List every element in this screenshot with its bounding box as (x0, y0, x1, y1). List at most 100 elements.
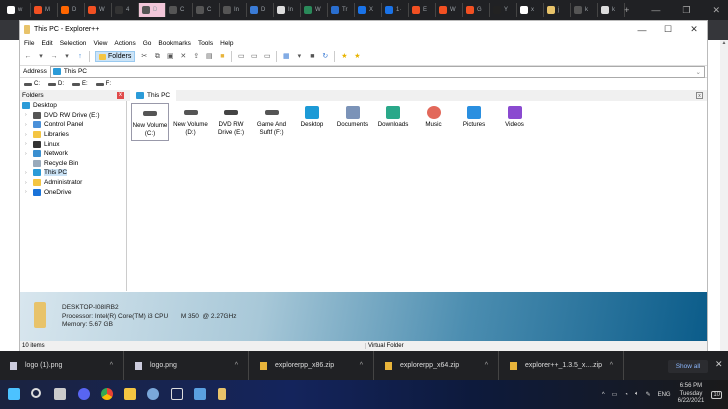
file-item[interactable]: DVD RW Drive (E:) (212, 103, 250, 141)
browser-tab[interactable]: Y (490, 3, 517, 17)
download-item[interactable]: logo.png ^ (125, 351, 249, 380)
browser-tab[interactable]: D (247, 3, 274, 17)
file-item[interactable]: Pictures (455, 103, 493, 141)
file-item[interactable]: Music (415, 103, 453, 141)
download-item[interactable]: logo (1).png ^ (0, 351, 124, 380)
browser-tab[interactable]: M (31, 3, 58, 17)
menu-edit[interactable]: Edit (41, 40, 52, 47)
browser-tab[interactable]: W (301, 3, 328, 17)
browser-tab[interactable]: 1· (382, 3, 409, 17)
expand-icon[interactable]: › (25, 132, 30, 138)
language-indicator[interactable]: ENG (658, 392, 671, 398)
search-icon[interactable] (31, 388, 41, 398)
tree-item[interactable]: › Control Panel (20, 120, 126, 130)
volume-icon[interactable]: 🔈︎ (635, 391, 639, 398)
menu-bookmarks[interactable]: Bookmarks (158, 40, 191, 47)
file-item[interactable]: Desktop (293, 103, 331, 141)
menu-selection[interactable]: Selection (60, 40, 87, 47)
new-folder-icon[interactable]: ■ (218, 53, 226, 61)
minimize-button[interactable]: — (629, 25, 655, 35)
tree-item[interactable]: Desktop (20, 101, 126, 111)
download-item[interactable]: explorer++_1.3.5_x....zip ^ (500, 351, 624, 380)
expand-icon[interactable]: › (25, 170, 30, 176)
folders-button[interactable]: Folders (95, 51, 136, 62)
menu-tools[interactable]: Tools (198, 40, 213, 47)
task-view-icon[interactable] (54, 388, 66, 400)
tree-item[interactable]: › Linux (20, 139, 126, 149)
chevron-up-icon[interactable]: ^ (610, 362, 613, 369)
drive-button[interactable]: E: (72, 81, 88, 87)
tree-item[interactable]: Recycle Bin (20, 159, 126, 169)
notifications-icon[interactable]: 10 (711, 390, 722, 399)
file-item[interactable]: Videos (496, 103, 534, 141)
close-button[interactable]: ✕ (681, 24, 707, 35)
browser-tab[interactable]: k (598, 3, 625, 17)
browser-tab[interactable]: 4 (112, 3, 139, 17)
tree-item[interactable]: › Libraries (20, 130, 126, 140)
menu-view[interactable]: View (93, 40, 107, 47)
download-item[interactable]: explorerpp_x64.zip ^ (375, 351, 499, 380)
wifi-icon[interactable]: ◔ (624, 392, 628, 398)
browser-tab[interactable]: D (58, 3, 85, 17)
new-tab-button[interactable]: + (624, 5, 629, 15)
forward-icon[interactable]: → (50, 53, 58, 61)
tree-item[interactable]: › OneDrive (20, 187, 126, 197)
browser-tab[interactable]: j (544, 3, 571, 17)
chevron-up-icon[interactable]: ^ (485, 362, 488, 369)
page-scrollbar[interactable]: ▲ (720, 40, 728, 352)
browser-tab[interactable]: W (85, 3, 112, 17)
start-icon[interactable] (8, 388, 20, 400)
discord-icon[interactable] (78, 388, 90, 400)
browser-tab[interactable]: D (139, 3, 166, 17)
tree-item[interactable]: › This PC (20, 168, 126, 178)
file-explorer-icon[interactable] (124, 388, 136, 400)
browser-tab[interactable]: Tr (328, 3, 355, 17)
menu-file[interactable]: File (24, 40, 34, 47)
browser-tab[interactable]: x (517, 3, 544, 17)
file-item[interactable]: New Volume (C:) (131, 103, 169, 141)
notepad-icon[interactable] (194, 388, 206, 400)
drive-button[interactable]: C: (24, 81, 40, 87)
browser-tab[interactable]: G (463, 3, 490, 17)
copy-icon[interactable]: ⧉ (153, 53, 161, 61)
close-downloads-bar-button[interactable]: ✕ (715, 359, 723, 370)
browser-tab[interactable]: k (571, 3, 598, 17)
forward-dropdown-icon[interactable]: ▾ (63, 53, 71, 61)
menu-help[interactable]: Help (220, 40, 233, 47)
tree-item[interactable]: › Network (20, 149, 126, 159)
3d-viewer-icon[interactable] (171, 388, 183, 400)
browser-tab[interactable]: In (220, 3, 247, 17)
drive-button[interactable]: D: (48, 81, 64, 87)
settings-icon[interactable] (147, 388, 159, 400)
restore-browser-button[interactable]: ❐ (682, 5, 690, 16)
chrome-icon[interactable] (101, 388, 113, 400)
chevron-up-icon[interactable]: ^ (235, 362, 238, 369)
expand-icon[interactable]: › (25, 180, 30, 186)
file-item[interactable]: New Volume (D:) (172, 103, 210, 141)
browser-tab[interactable]: In (274, 3, 301, 17)
browser-tab[interactable]: X (355, 3, 382, 17)
minimize-browser-button[interactable]: — (651, 5, 660, 15)
scroll-up-arrow[interactable]: ▲ (722, 40, 727, 46)
download-item[interactable]: explorerpp_x86.zip ^ (250, 351, 374, 380)
file-item[interactable]: Downloads (374, 103, 412, 141)
up-icon[interactable]: ↑ (76, 53, 84, 61)
cut-icon[interactable]: ✂ (140, 53, 148, 61)
browser-tab[interactable]: E (409, 3, 436, 17)
refresh-icon[interactable]: ↻ (321, 53, 329, 61)
paste-icon[interactable]: ▣ (166, 53, 174, 61)
copy-to-icon[interactable]: ▭ (237, 53, 245, 61)
tree-item[interactable]: › Administrator (20, 178, 126, 188)
properties-icon[interactable]: ▤ (205, 53, 213, 61)
expand-icon[interactable]: › (25, 141, 30, 147)
chevron-up-icon[interactable]: ^ (360, 362, 363, 369)
browser-tab[interactable]: C (166, 3, 193, 17)
command-prompt-icon[interactable]: ■ (308, 53, 316, 61)
delete-icon[interactable]: ✕ (179, 53, 187, 61)
expand-icon[interactable]: › (25, 151, 30, 157)
explorerpp-taskbar-icon[interactable] (218, 388, 226, 400)
close-folders-panel-button[interactable]: x (117, 92, 124, 99)
file-item[interactable]: Documents (334, 103, 372, 141)
back-dropdown-icon[interactable]: ▾ (37, 53, 45, 61)
close-tab-button[interactable]: x (696, 92, 703, 99)
